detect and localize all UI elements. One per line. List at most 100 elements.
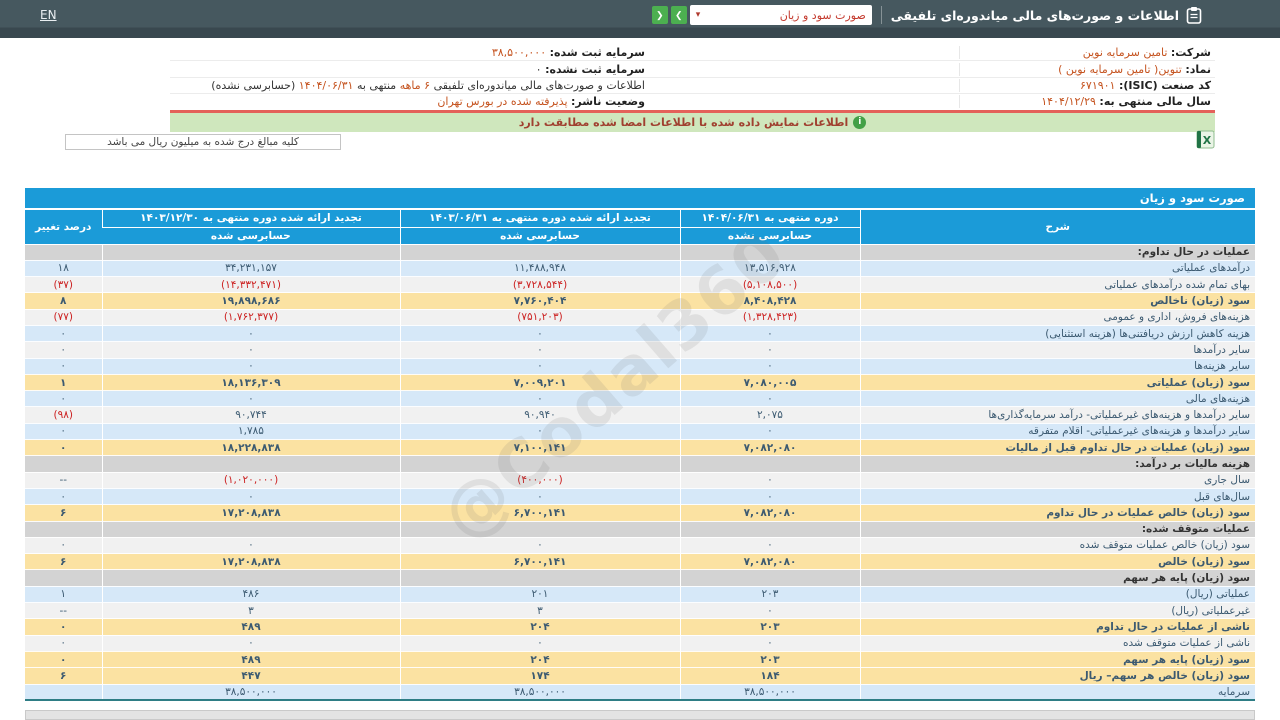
row-value: ۰ bbox=[101, 635, 400, 652]
row-value bbox=[25, 521, 102, 538]
row-value bbox=[399, 569, 680, 587]
row-value: ۰ bbox=[101, 488, 400, 506]
row-value: (۷۵۱,۲۰۳) bbox=[399, 309, 680, 326]
row-value: ۷,۰۸۲,۰۸۰ bbox=[679, 504, 860, 522]
row-label: سایر درآمدها و هزینه‌های غیرعملیاتی- درآ… bbox=[859, 406, 1255, 424]
signed-data-banner: i اطلاعات نمایش داده شده با اطلاعات امضا… bbox=[170, 113, 1215, 132]
issuer-status-value: پذیرفته شده در بورس تهران bbox=[437, 95, 568, 109]
units-note: کلیه مبالغ درج شده به میلیون ریال می باش… bbox=[65, 134, 341, 150]
row-value: ۸ bbox=[25, 292, 102, 310]
prev-report-button[interactable]: ❮ bbox=[651, 6, 668, 24]
row-value: ۰ bbox=[399, 390, 680, 408]
row-value bbox=[25, 569, 102, 587]
row-label: ناشی از عملیات متوقف شده bbox=[859, 635, 1255, 652]
table-row: ناشی از عملیات متوقف شده ۰ ۰ ۰ ۰ bbox=[25, 635, 1255, 652]
excel-export-button[interactable]: X bbox=[1196, 130, 1215, 149]
col-header-percent-change: درصد تغییر bbox=[25, 210, 102, 245]
field-label: کد صنعت (ISIC): bbox=[1118, 78, 1211, 92]
company-info-panel: شرکت: تامین سرمایه نوین سرمایه ثبت شده: … bbox=[170, 45, 1215, 111]
table-row: سال‌های قبل ۰ ۰ ۰ ۰ bbox=[25, 488, 1255, 506]
row-label: عملیاتی (ریال) bbox=[859, 586, 1255, 604]
pnl-table-body: عملیات در حال تداوم: درآمدهای عملیاتی ۱۳,۵… bbox=[25, 244, 1255, 701]
audit-status: (حسابرسی نشده) bbox=[211, 78, 296, 92]
unregistered-capital-value: ۰ bbox=[535, 62, 542, 76]
table-row: سود (زیان) خالص عملیات متوقف شده ۰ ۰ ۰ ۰ bbox=[25, 537, 1255, 555]
row-value: (۱,۳۲۸,۴۲۳) bbox=[679, 309, 860, 326]
row-value bbox=[679, 521, 860, 538]
row-value: ۰ bbox=[399, 635, 680, 652]
row-label: سود (زیان) عملیات در حال تداوم قبل از ما… bbox=[859, 439, 1255, 457]
row-value bbox=[101, 521, 400, 538]
company-name: تامین سرمایه نوین bbox=[1082, 46, 1168, 60]
period-text: اطلاعات و صورت‌های مالی میاندوره‌ای تلفی… bbox=[433, 78, 645, 92]
row-value: ۲۰۱ bbox=[399, 586, 680, 604]
row-label: بهای تمام شده درآمدهای عملیاتی bbox=[859, 276, 1255, 294]
row-value: ۷,۱۰۰,۱۴۱ bbox=[399, 439, 680, 457]
top-bar: اطلاعات و صورت‌های مالی میاندوره‌ای تلفی… bbox=[0, 0, 1280, 38]
row-value: ۴۸۶ bbox=[101, 586, 400, 604]
row-value: ۳۸,۵۰۰,۰۰۰ bbox=[679, 684, 860, 701]
row-value: ۱۷۴ bbox=[399, 667, 680, 685]
row-value: ۰ bbox=[101, 358, 400, 375]
row-value: ۰ bbox=[679, 635, 860, 652]
chevron-down-icon: ▾ bbox=[695, 10, 701, 20]
col-header-description: شرح bbox=[859, 210, 1255, 245]
excel-icon: X bbox=[1196, 130, 1215, 149]
row-label: هزینه‌های مالی bbox=[859, 390, 1255, 408]
row-value: (۴۰۰,۰۰۰) bbox=[399, 472, 680, 489]
svg-text:X: X bbox=[1203, 134, 1212, 147]
row-value: (۳۷) bbox=[25, 276, 102, 294]
row-label: سال جاری bbox=[859, 472, 1255, 489]
row-value bbox=[399, 455, 680, 473]
chevron-right-icon: ❯ bbox=[675, 10, 683, 20]
row-value: ۲۰۴ bbox=[399, 618, 680, 636]
col-subheader-audited: حسابرسی شده bbox=[399, 227, 680, 245]
row-value: ۷,۰۸۰,۰۰۵ bbox=[679, 374, 860, 392]
row-label: سود (زیان) ناخالص bbox=[859, 292, 1255, 310]
row-value: ۰ bbox=[101, 537, 400, 555]
table-row: غیرعملیاتی (ریال) ۰ ۳ ۳ -- bbox=[25, 602, 1255, 620]
row-value: ۱,۷۸۵ bbox=[101, 423, 400, 441]
row-value: ۱۹,۸۹۸,۶۸۶ bbox=[101, 292, 400, 310]
pnl-statement: صورت سود و زیان شرح دوره منتهی به ۱۴۰۴/۰… bbox=[25, 188, 1255, 702]
row-value: ۰ bbox=[679, 423, 860, 441]
row-value: ۰ bbox=[399, 423, 680, 441]
row-label: سود (زیان) پایه هر سهم bbox=[859, 569, 1255, 587]
next-report-button[interactable]: ❯ bbox=[670, 6, 687, 24]
registered-capital-value: ۳۸,۵۰۰,۰۰۰ bbox=[491, 46, 547, 60]
symbol-field: نماد: تنوین( تامین سرمایه نوین ) bbox=[959, 62, 1215, 76]
row-value: ۶ bbox=[25, 667, 102, 685]
row-value: ۷,۰۸۲,۰۸۰ bbox=[679, 553, 860, 571]
table-row: سال جاری ۰ (۴۰۰,۰۰۰) (۱,۰۲۰,۰۰۰) -- bbox=[25, 472, 1255, 489]
row-value: ۱۷,۲۰۸,۸۳۸ bbox=[101, 553, 400, 571]
row-value bbox=[25, 244, 102, 261]
row-label: سود (زیان) خالص عملیات در حال تداوم bbox=[859, 504, 1255, 522]
language-switch-link[interactable]: EN bbox=[40, 8, 57, 22]
row-value: ۹۰,۹۴۰ bbox=[399, 406, 680, 424]
table-row: سایر هزینه‌ها ۰ ۰ ۰ ۰ bbox=[25, 358, 1255, 375]
isic-value: ۶۷۱۹۰۱ bbox=[1080, 78, 1116, 92]
row-value: ۸,۴۰۸,۴۲۸ bbox=[679, 292, 860, 310]
table-row: عملیاتی (ریال) ۲۰۳ ۲۰۱ ۴۸۶ ۱ bbox=[25, 586, 1255, 604]
title-separator bbox=[880, 6, 882, 24]
row-value: (۵,۱۰۸,۵۰۰) bbox=[679, 276, 860, 294]
row-value: ۰ bbox=[25, 635, 102, 652]
row-value: ۰ bbox=[399, 488, 680, 506]
row-label: سرمایه bbox=[859, 684, 1255, 701]
row-value: -- bbox=[25, 472, 102, 489]
row-value: ۰ bbox=[679, 358, 860, 375]
row-value: ۰ bbox=[25, 358, 102, 375]
row-value bbox=[399, 244, 680, 261]
table-row: هزینه‌های فروش، اداری و عمومی (۱,۳۲۸,۴۲۳)… bbox=[25, 309, 1255, 326]
row-value: ۳ bbox=[399, 602, 680, 620]
row-label: سایر هزینه‌ها bbox=[859, 358, 1255, 375]
report-type-select[interactable]: صورت سود و زیان ▾ bbox=[689, 5, 872, 25]
col-header-restated-midyear: تجدید ارائه شده دوره منتهی به ۱۴۰۳/۰۶/۳۱ bbox=[399, 210, 680, 228]
table-row: سایر درآمدها و هزینه‌های غیرعملیاتی- اقل… bbox=[25, 423, 1255, 441]
symbol-value: تنوین( تامین سرمایه نوین ) bbox=[1058, 62, 1182, 76]
row-value: ۰ bbox=[25, 341, 102, 359]
row-label: سود (زیان) خالص عملیات متوقف شده bbox=[859, 537, 1255, 555]
row-value: (۳,۷۲۸,۵۴۴) bbox=[399, 276, 680, 294]
row-value: ۱۸۴ bbox=[679, 667, 860, 685]
row-value bbox=[679, 244, 860, 261]
